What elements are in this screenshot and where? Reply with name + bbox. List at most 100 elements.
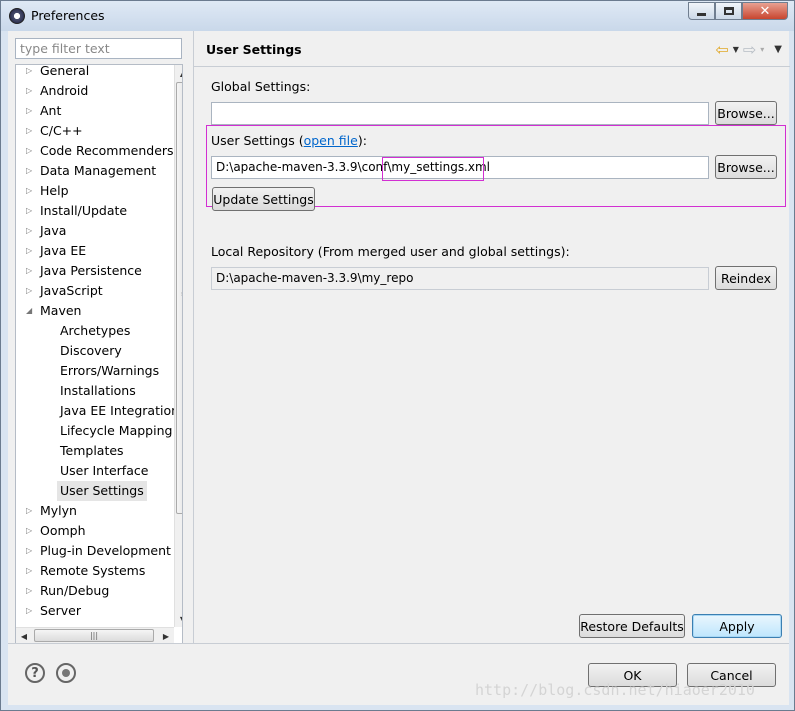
tree-item[interactable]: Java EE Integration xyxy=(16,401,179,421)
tree-item-label: Java EE Integration xyxy=(60,403,180,418)
help-icon[interactable]: ? xyxy=(25,663,45,683)
collapsed-arrow-icon[interactable]: ▷ xyxy=(26,541,32,561)
preferences-tree: ▷ Server ▷ Run/Debug ▷ Remote Systems ▷ Plug-in… xyxy=(15,64,183,644)
tree-item[interactable]: User Settings xyxy=(16,481,174,501)
tree-item[interactable]: ◢ Maven xyxy=(16,301,174,321)
reindex-button[interactable]: Reindex xyxy=(715,266,777,290)
collapsed-arrow-icon[interactable]: ▷ xyxy=(26,101,32,121)
tree-item-label: JavaScript xyxy=(40,283,103,298)
scroll-right-icon[interactable]: ▶ xyxy=(158,628,174,643)
forward-arrow-icon[interactable]: ⇨ xyxy=(743,40,756,59)
collapsed-arrow-icon[interactable]: ▷ xyxy=(26,121,32,141)
collapsed-arrow-icon[interactable]: ▷ xyxy=(26,561,32,581)
import-export-icon[interactable] xyxy=(56,663,76,683)
settings-file-highlight xyxy=(382,157,484,181)
tree-item[interactable]: ▷ Remote Systems xyxy=(16,561,174,581)
tree-item[interactable]: ▷ Oomph xyxy=(16,521,174,541)
user-settings-path: D:\apache-maven-3.3.9\conf\ xyxy=(216,160,392,174)
expanded-arrow-icon[interactable]: ◢ xyxy=(26,301,32,321)
tree-item[interactable]: ▷ Ant xyxy=(16,101,174,121)
tree-item-label: Data Management xyxy=(40,163,157,178)
collapsed-arrow-icon[interactable]: ▷ xyxy=(26,501,32,521)
tree-item-label: Mylyn xyxy=(40,503,77,518)
collapsed-arrow-icon[interactable]: ▷ xyxy=(26,221,32,241)
hscroll-thumb[interactable]: ||| xyxy=(34,629,154,642)
tree-item[interactable]: User Interface xyxy=(16,461,174,481)
tree-item[interactable]: ▷ Run/Debug xyxy=(16,581,174,601)
collapsed-arrow-icon[interactable]: ▷ xyxy=(26,65,32,81)
tree-item[interactable]: Discovery xyxy=(16,341,174,361)
tree-item[interactable]: ▷ Java Persistence xyxy=(16,261,174,281)
close-button[interactable]: ✕ xyxy=(742,2,788,20)
forward-dropdown-icon[interactable]: ▾ xyxy=(760,45,764,54)
tree-item[interactable]: ▷ Android xyxy=(16,81,174,101)
tree-item[interactable]: ▷ Java xyxy=(16,221,174,241)
tree-item[interactable]: Lifecycle Mapping xyxy=(16,421,174,441)
apply-button[interactable]: Apply xyxy=(692,614,782,638)
collapsed-arrow-icon[interactable]: ▷ xyxy=(26,201,32,221)
tree-item[interactable]: Errors/Warnings xyxy=(16,361,174,381)
tree-item[interactable]: ▷ Server xyxy=(16,601,174,621)
tree-item[interactable]: ▷ Java EE xyxy=(16,241,174,261)
client-area: type filter text ▷ Server ▷ Run/Debug ▷ Remot… xyxy=(8,31,790,705)
tree-item-label: Lifecycle Mapping xyxy=(60,423,173,438)
tree-item[interactable]: Installations xyxy=(16,381,174,401)
scroll-left-icon[interactable]: ◀ xyxy=(16,628,32,643)
tree-item[interactable]: ▷ Help xyxy=(16,181,174,201)
open-file-link[interactable]: open file xyxy=(304,133,358,148)
minimize-button[interactable] xyxy=(688,2,715,20)
tree-item-label: C/C++ xyxy=(40,123,83,138)
collapsed-arrow-icon[interactable]: ▷ xyxy=(26,261,32,281)
global-settings-field[interactable] xyxy=(211,102,709,125)
tree-vertical-scrollbar[interactable]: ▲ ≡ ▼ xyxy=(174,65,182,627)
tree-item[interactable]: ▷ Mylyn xyxy=(16,501,174,521)
restore-defaults-button[interactable]: Restore Defaults xyxy=(579,614,685,638)
collapsed-arrow-icon[interactable]: ▷ xyxy=(26,581,32,601)
tree-item-label: Plug-in Development xyxy=(40,543,171,558)
window-title: Preferences xyxy=(31,8,105,23)
scroll-thumb[interactable]: ≡ xyxy=(176,82,182,514)
back-dropdown-icon[interactable]: ▼ xyxy=(733,45,739,54)
filter-input[interactable]: type filter text xyxy=(15,38,182,59)
tree-item[interactable]: ▷ General xyxy=(16,64,174,81)
back-arrow-icon[interactable]: ⇦ xyxy=(715,40,728,59)
view-menu-icon[interactable]: ▼ xyxy=(774,44,782,55)
collapsed-arrow-icon[interactable]: ▷ xyxy=(26,181,32,201)
tree-item-label: Help xyxy=(40,183,69,198)
collapsed-arrow-icon[interactable]: ▷ xyxy=(26,141,32,161)
update-settings-button[interactable]: Update Settings xyxy=(212,187,315,211)
eclipse-icon xyxy=(9,8,25,24)
tree-item-label: Maven xyxy=(40,303,82,318)
scroll-down-icon[interactable]: ▼ xyxy=(175,611,182,627)
tree-item[interactable]: ▷ Install/Update xyxy=(16,201,174,221)
user-browse-button[interactable]: Browse... xyxy=(715,155,777,179)
collapsed-arrow-icon[interactable]: ▷ xyxy=(26,161,32,181)
tree-horizontal-scrollbar[interactable]: ◀ ||| ▶ xyxy=(16,627,174,643)
tree-item-label: Oomph xyxy=(40,523,86,538)
tree-item[interactable]: ▷ JavaScript xyxy=(16,281,174,301)
tree-item[interactable]: ▷ C/C++ xyxy=(16,121,174,141)
collapsed-arrow-icon[interactable]: ▷ xyxy=(26,81,32,101)
close-icon: ✕ xyxy=(759,3,771,19)
collapsed-arrow-icon[interactable]: ▷ xyxy=(26,521,32,541)
tree-item-label: Run/Debug xyxy=(40,583,110,598)
tree-item[interactable]: ▷ Plug-in Development xyxy=(16,541,174,561)
tree-item-label: Server xyxy=(40,603,81,618)
tree-item-label: Install/Update xyxy=(40,203,128,218)
local-repository-field: D:\apache-maven-3.3.9\my_repo xyxy=(211,267,709,290)
collapsed-arrow-icon[interactable]: ▷ xyxy=(26,241,32,261)
page-header: User Settings ⇦ ▼ ⇨ ▾ ▼ xyxy=(194,31,790,67)
footer-separator xyxy=(8,643,789,644)
global-browse-button[interactable]: Browse... xyxy=(715,101,777,125)
global-settings-label: Global Settings: xyxy=(211,79,311,94)
maximize-button[interactable] xyxy=(715,2,742,20)
tree-item[interactable]: ▷ Code Recommenders xyxy=(16,141,174,161)
title-bar[interactable]: Preferences ✕ xyxy=(1,1,794,31)
tree-item[interactable]: ▷ Data Management xyxy=(16,161,174,181)
scroll-up-icon[interactable]: ▲ xyxy=(175,65,182,81)
tree-item[interactable]: Archetypes xyxy=(16,321,174,341)
tree-item-label: General xyxy=(40,64,90,78)
collapsed-arrow-icon[interactable]: ▷ xyxy=(26,281,32,301)
collapsed-arrow-icon[interactable]: ▷ xyxy=(26,601,32,621)
tree-item[interactable]: Templates xyxy=(16,441,174,461)
